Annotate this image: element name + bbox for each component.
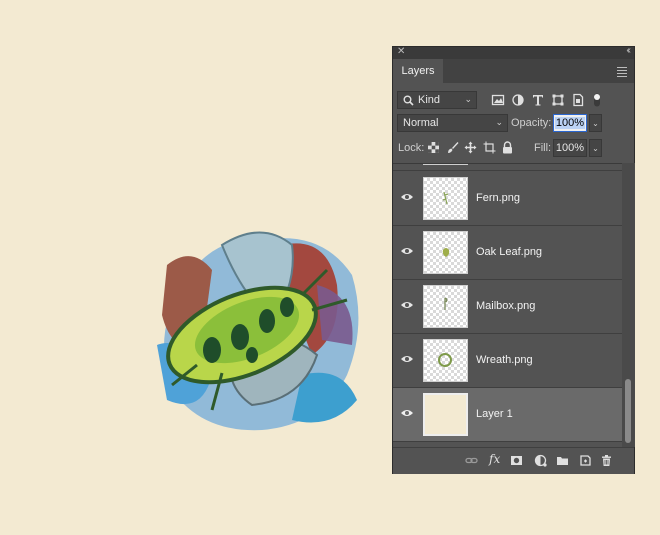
opacity-input[interactable]: 100% (553, 114, 587, 132)
lock-position-icon[interactable] (464, 141, 477, 154)
lock-row: Lock: Fill: 100% ⌄ (393, 139, 634, 159)
smart-object-filter-icon[interactable] (571, 93, 585, 107)
eye-icon[interactable] (400, 192, 414, 202)
type-filter-icon[interactable] (531, 93, 545, 107)
layer-thumbnail (423, 285, 468, 328)
blend-row: Normal ⌄ Opacity: 100% ⌄ (393, 114, 634, 134)
lock-all-icon[interactable] (501, 141, 514, 154)
fx-icon[interactable]: fx (489, 452, 502, 466)
layer-name[interactable]: Mailbox.png (476, 300, 535, 312)
shape-filter-icon[interactable] (551, 93, 565, 107)
panel-tab-row: Layers (393, 59, 634, 83)
layer-name[interactable]: Oak Leaf.png (476, 246, 542, 258)
new-group-icon[interactable] (556, 454, 569, 467)
adjustment-layer-icon[interactable] (534, 454, 547, 467)
opacity-dropdown-button[interactable]: ⌄ (589, 114, 602, 132)
layer-row-partial[interactable] (393, 164, 622, 171)
lock-artboard-icon[interactable] (483, 141, 496, 154)
link-layers-icon[interactable] (465, 454, 478, 467)
chevron-down-icon: ⌄ (464, 94, 472, 104)
layers-panel: ✕ ‹‹ Layers Kind ⌄ Normal ⌄ Opacity: 100… (392, 45, 635, 474)
artwork-bug-spot (280, 297, 294, 317)
adjustment-filter-icon[interactable] (511, 93, 525, 107)
artwork-bug-spot (203, 337, 221, 363)
collapse-icon[interactable]: ‹‹ (626, 45, 630, 56)
layer-list-scrollbar[interactable] (622, 163, 635, 447)
panel-menu-icon[interactable] (617, 67, 627, 79)
scrollbar-thumb[interactable] (625, 379, 631, 443)
search-icon (403, 95, 414, 106)
layer-row[interactable]: Oak Leaf.png (393, 226, 622, 280)
kind-filter-label: Kind (418, 94, 441, 106)
layer-name[interactable]: Layer 1 (476, 408, 513, 420)
layer-name[interactable]: Wreath.png (476, 354, 533, 366)
panel-title-bar: ✕ ‹‹ (393, 45, 634, 59)
opacity-value: 100% (554, 117, 586, 129)
lock-transparent-pixels-icon[interactable] (427, 141, 440, 154)
layer-thumbnail (423, 339, 468, 382)
kind-filter-dropdown[interactable]: Kind ⌄ (397, 91, 477, 109)
panel-bottom-toolbar: fx (393, 447, 634, 474)
tab-layers-label: Layers (401, 65, 435, 77)
lock-image-pixels-icon[interactable] (446, 141, 459, 154)
layer-thumbnail (423, 231, 468, 274)
image-filter-icon[interactable] (491, 93, 505, 107)
artwork-bug-spot (259, 309, 275, 333)
fill-label: Fill: (534, 142, 552, 154)
layer-thumbnail (423, 177, 468, 220)
layer-thumbnail (423, 164, 468, 165)
fill-value: 100% (555, 142, 585, 154)
chevron-down-icon: ⌄ (495, 117, 503, 127)
artwork-bug-spot (246, 347, 258, 363)
layer-name[interactable]: Fern.png (476, 192, 520, 204)
new-layer-icon[interactable] (579, 454, 592, 467)
add-mask-icon[interactable] (510, 454, 523, 467)
layer-list: Fern.png Oak Leaf.png Mailbox.png Wreath… (393, 163, 622, 448)
delete-layer-icon[interactable] (600, 454, 613, 467)
blend-mode-dropdown[interactable]: Normal ⌄ (397, 114, 508, 132)
eye-icon[interactable] (400, 246, 414, 256)
eye-icon[interactable] (400, 354, 414, 364)
layer-row-selected[interactable]: Layer 1 (393, 388, 622, 442)
tab-layers[interactable]: Layers (393, 59, 443, 83)
artwork-bug-spot (231, 324, 249, 350)
layer-row[interactable]: Mailbox.png (393, 280, 622, 334)
blend-mode-label: Normal (403, 117, 439, 129)
layer-row[interactable]: Wreath.png (393, 334, 622, 388)
filter-row: Kind ⌄ (393, 91, 634, 113)
close-icon[interactable]: ✕ (397, 46, 405, 57)
eye-icon[interactable] (400, 408, 414, 418)
lock-label: Lock: (398, 142, 425, 154)
layer-row[interactable]: Fern.png (393, 172, 622, 226)
chevron-down-icon: ⌄ (592, 143, 599, 153)
artwork-illustration (157, 231, 359, 431)
opacity-label: Opacity: (511, 117, 552, 129)
chevron-down-icon: ⌄ (592, 118, 599, 128)
fill-dropdown-button[interactable]: ⌄ (589, 139, 602, 157)
fill-input[interactable]: 100% (553, 139, 587, 157)
layer-thumbnail (423, 393, 468, 436)
filter-toggle-icon[interactable] (592, 93, 602, 107)
eye-icon[interactable] (400, 300, 414, 310)
